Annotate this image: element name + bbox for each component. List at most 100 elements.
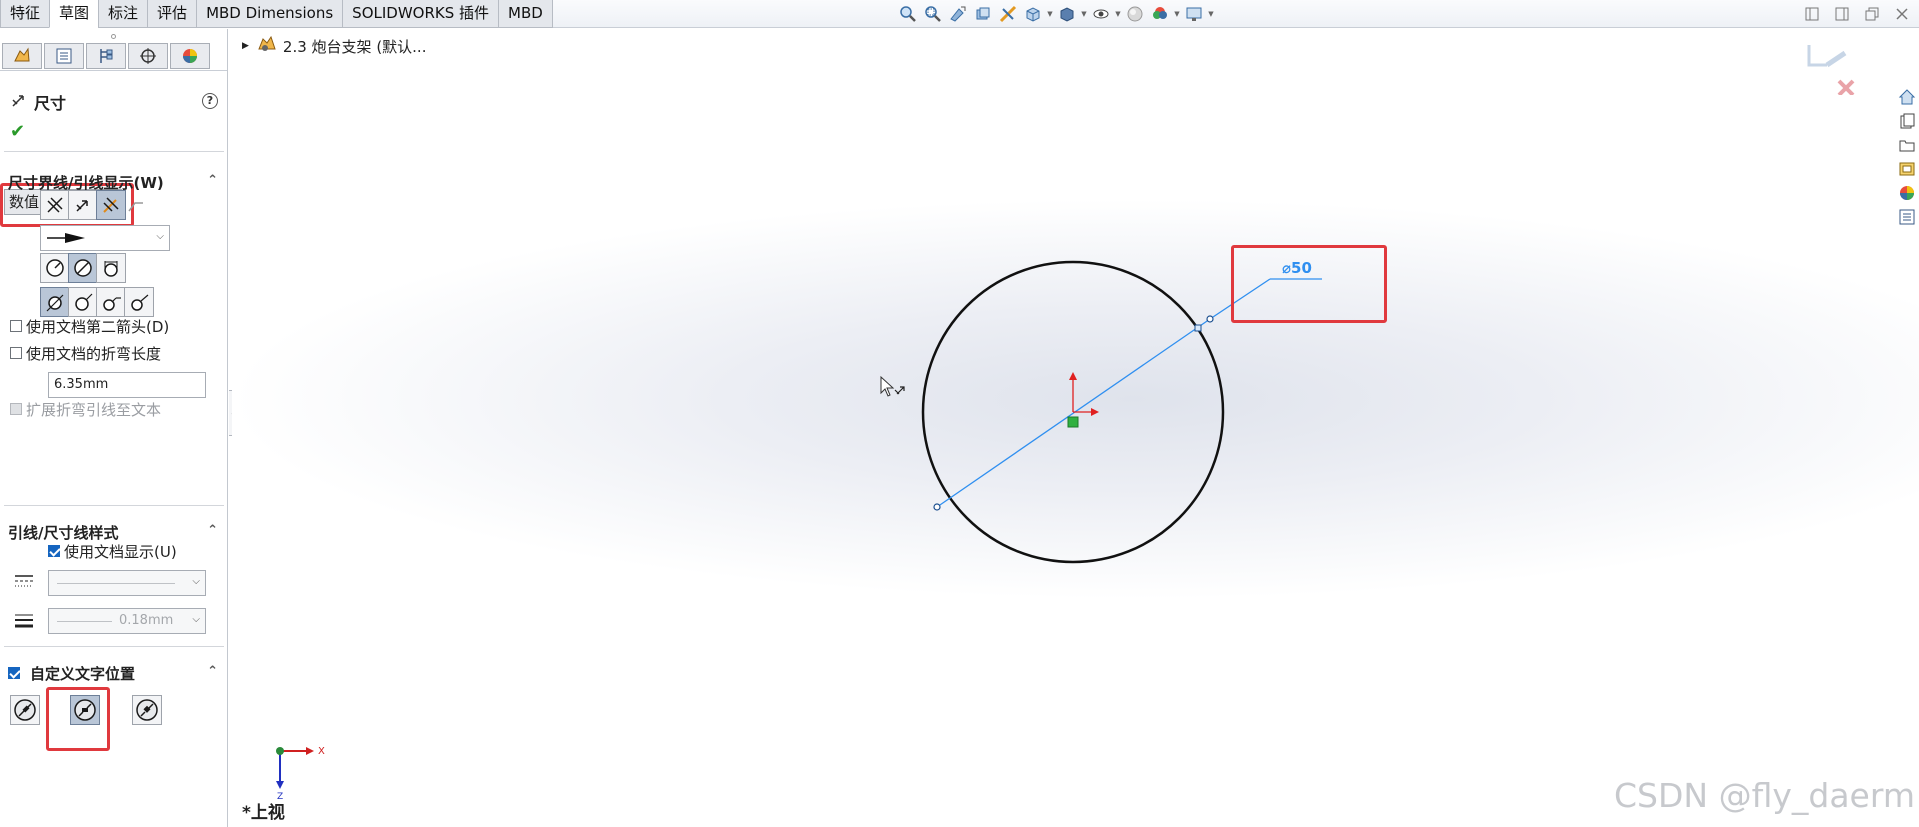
design-library-icon[interactable] — [1895, 109, 1919, 132]
appearances-icon[interactable] — [1895, 181, 1919, 204]
apply-scene-caret-icon[interactable]: ▼ — [1173, 10, 1181, 18]
leader-style-2-button[interactable] — [68, 287, 98, 317]
smart-arrows-button[interactable] — [96, 190, 126, 220]
mouse-cursor-icon — [880, 375, 895, 397]
view-settings-caret-icon[interactable]: ▼ — [1207, 10, 1215, 18]
task-pane-tabs — [1895, 85, 1919, 228]
line-style-icon — [14, 573, 34, 593]
line-thickness-icon — [14, 613, 34, 633]
use-doc-display-row[interactable]: 使用文档显示(U) — [48, 541, 177, 561]
use-doc-second-arrow-checkbox[interactable] — [10, 320, 22, 332]
tab-annotation[interactable]: 标注 — [98, 0, 149, 28]
leader-style-3-button[interactable] — [96, 287, 126, 317]
triad-origin-icon — [276, 747, 284, 755]
custom-text-position-checkbox[interactable] — [8, 667, 20, 679]
previous-view-icon[interactable] — [946, 3, 970, 25]
collapse-chevron-icon[interactable]: ⌃ — [207, 664, 218, 679]
inside-arrows-button[interactable] — [68, 190, 98, 220]
watermark-text: CSDN @fly_daerm — [1614, 776, 1915, 815]
apply-scene-icon[interactable] — [1148, 3, 1172, 25]
property-manager-header: 尺寸 ? — [10, 89, 222, 115]
tab-solidworks-addins[interactable]: SOLIDWORKS 插件 — [342, 0, 500, 28]
dimension-endpoint-handle[interactable] — [1206, 315, 1214, 323]
tile-left-icon[interactable] — [1801, 5, 1823, 23]
display-style-caret-icon[interactable]: ▼ — [1080, 10, 1088, 18]
restore-window-icon[interactable] — [1861, 5, 1883, 23]
triad-x-label: X — [318, 746, 325, 757]
dimension-endpoint-handle[interactable] — [933, 503, 941, 511]
dimxpert-manager-tab[interactable] — [128, 43, 168, 69]
diameter-leader-button[interactable] — [68, 253, 98, 283]
leader-line[interactable] — [1209, 278, 1271, 320]
file-explorer-icon[interactable] — [1895, 133, 1919, 156]
divider — [4, 646, 224, 647]
display-style-icon[interactable] — [1055, 3, 1079, 25]
view-palette-icon[interactable] — [1895, 157, 1919, 180]
outside-arrows-button[interactable] — [40, 190, 70, 220]
feature-manager-tab[interactable] — [2, 43, 42, 69]
close-window-icon[interactable] — [1891, 5, 1913, 23]
radius-leader-button[interactable] — [40, 253, 70, 283]
graphics-area[interactable]: ▶ 2.3 炮台支架 (默认... ⌀50 X Z *上视 CSDN @fly_… — [232, 29, 1919, 827]
view-orientation-icon[interactable] — [1021, 3, 1045, 25]
collapse-chevron-icon[interactable]: ⌃ — [207, 173, 218, 188]
center-point-icon[interactable] — [1067, 416, 1079, 428]
dimension-cursor-icon — [894, 386, 905, 395]
linear-diameter-button[interactable] — [96, 253, 126, 283]
section-view-icon[interactable] — [971, 3, 995, 25]
tab-evaluate[interactable]: 评估 — [147, 0, 198, 28]
heads-up-view-toolbar: ▼ ▼ ▼ ▼ ▼ — [896, 3, 1215, 25]
line-style-select: ⌵ — [48, 570, 206, 596]
text-broken-leader-aligned-button[interactable] — [132, 695, 162, 725]
panel-grip-handle[interactable] — [0, 29, 227, 43]
section-custom-text-position[interactable]: 自定义文字位置 ⌃ — [8, 663, 222, 683]
tab-value[interactable]: 数值 — [4, 189, 45, 215]
ribbon-tabs: 特征 草图 标注 评估 MBD Dimensions SOLIDWORKS 插件… — [0, 0, 553, 28]
arrow-style-select[interactable]: ⌵ — [40, 225, 170, 251]
tab-features[interactable]: 特征 — [0, 0, 51, 28]
use-doc-bend-length-checkbox[interactable] — [10, 347, 22, 359]
help-button[interactable]: ? — [202, 93, 218, 109]
chevron-down-icon: ⌵ — [192, 614, 200, 625]
line-thickness-select: 0.18mm ⌵ — [48, 608, 206, 634]
tab-mbd-dimensions[interactable]: MBD Dimensions — [196, 0, 344, 28]
view-orientation-caret-icon[interactable]: ▼ — [1046, 10, 1054, 18]
custom-properties-icon[interactable] — [1895, 205, 1919, 228]
ok-button[interactable]: ✔ — [10, 121, 25, 142]
leader-style-1-button[interactable] — [40, 287, 70, 317]
display-manager-tab[interactable] — [170, 43, 210, 69]
use-doc-bend-length-row[interactable]: 使用文档的折弯长度 — [10, 343, 161, 363]
use-doc-bend-length-label: 使用文档的折弯长度 — [26, 344, 162, 363]
tile-right-icon[interactable] — [1831, 5, 1853, 23]
property-manager-tab[interactable] — [44, 43, 84, 69]
zoom-to-fit-icon[interactable] — [896, 3, 920, 25]
command-manager-ribbon: 特征 草图 标注 评估 MBD Dimensions SOLIDWORKS 插件… — [0, 0, 1919, 28]
bend-length-input[interactable]: 6.35mm — [48, 372, 206, 398]
origin-x-arrow-icon — [1091, 408, 1099, 416]
use-doc-second-arrow-row[interactable]: 使用文档第二箭头(D) — [10, 316, 169, 336]
use-doc-display-checkbox[interactable] — [48, 545, 60, 557]
dynamic-annotation-views-icon[interactable] — [996, 3, 1020, 25]
configuration-manager-tab[interactable] — [86, 43, 126, 69]
view-settings-icon[interactable] — [1182, 3, 1206, 25]
leader-style-4-button[interactable] — [124, 287, 154, 317]
property-manager-panel: 尺寸 ? ✔ 数值 引线 其它 尺寸界线/引线显示(W) ⌃ ⌵ — [0, 29, 228, 827]
tab-sketch[interactable]: 草图 — [49, 0, 100, 28]
zoom-to-area-icon[interactable] — [921, 3, 945, 25]
section-leader-line-style[interactable]: 引线/尺寸线样式 ⌃ — [8, 522, 222, 542]
circle-selection-handle[interactable] — [1194, 324, 1202, 332]
collapse-chevron-icon[interactable]: ⌃ — [207, 523, 218, 538]
diameter-dimension-line[interactable] — [936, 318, 1211, 508]
extend-bent-leader-label: 扩展折弯引线至文本 — [26, 400, 162, 419]
hide-show-caret-icon[interactable]: ▼ — [1114, 10, 1122, 18]
section-witness-leader-display[interactable]: 尺寸界线/引线显示(W) ⌃ — [8, 172, 222, 192]
accept-sketch-icon[interactable] — [1825, 50, 1847, 68]
page-title: 尺寸 — [34, 94, 67, 113]
home-icon[interactable] — [1895, 85, 1919, 108]
text-solid-leader-aligned-button[interactable] — [10, 695, 40, 725]
text-broken-leader-horizontal-button[interactable] — [70, 695, 100, 725]
tab-mbd[interactable]: MBD — [498, 0, 553, 28]
hide-show-items-icon[interactable] — [1089, 3, 1113, 25]
diameter-dimension-text[interactable]: ⌀50 — [1282, 259, 1312, 277]
edit-appearance-icon[interactable] — [1123, 3, 1147, 25]
